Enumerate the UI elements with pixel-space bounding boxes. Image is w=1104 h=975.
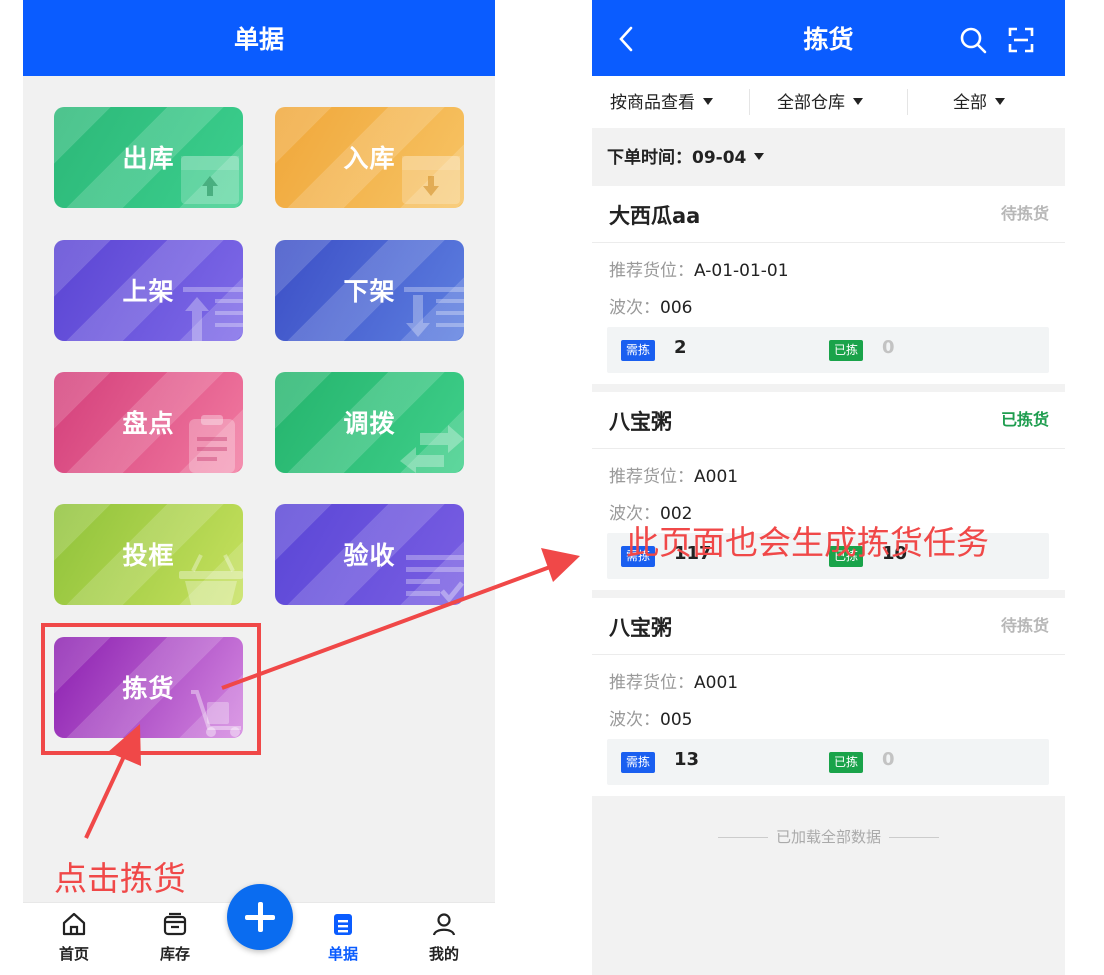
batch-value: 006 (660, 298, 693, 318)
tab-label: 我的 (428, 945, 459, 963)
date-filter-value: 09-04 (692, 148, 747, 168)
tile-label: 验收 (343, 541, 396, 570)
status-dropdown[interactable]: 全部 (953, 76, 1005, 128)
picked-tag: 已拣 (829, 752, 864, 773)
warehouse-dropdown[interactable]: 全部仓库 (777, 76, 863, 128)
annotation-picking-task-note: 此页面也会生成拣货任务 (626, 523, 989, 562)
location-label: 推荐货位： (609, 467, 694, 487)
tile-label: 投框 (122, 541, 175, 570)
tile-shelve[interactable]: 上架 (54, 240, 243, 341)
filter-label: 全部 (953, 93, 987, 113)
picking-tile-highlight-box (41, 623, 261, 755)
scan-icon[interactable] (1008, 27, 1034, 53)
inventory-box-icon (163, 912, 187, 936)
need-pick-tag: 需拣 (621, 752, 656, 773)
batch-row: 波次：005 (609, 705, 692, 730)
batch-label: 波次： (609, 298, 660, 318)
location-label: 推荐货位： (609, 261, 694, 281)
plus-icon (245, 902, 275, 932)
quantity-panel: 需拣 2 已拣 0 (607, 327, 1049, 373)
location-value: A001 (694, 673, 739, 693)
picked-qty: 0 (882, 337, 895, 358)
tile-label: 下架 (343, 277, 396, 306)
need-pick-qty: 2 (674, 337, 687, 358)
status-badge: 已拣货 (1000, 410, 1049, 429)
pick-task-card[interactable]: 八宝粥 待拣货 推荐货位：A001 波次：005 需拣 13 已拣 0 (592, 598, 1065, 796)
search-icon[interactable] (959, 26, 987, 54)
tile-inbound[interactable]: 入库 (275, 107, 464, 208)
documents-screen: 单据 出库 入库 上架 下架 盘点 调拨 投框 验收 拣货 点击拣货 首页 库存… (23, 0, 495, 975)
document-icon (334, 914, 352, 935)
picking-header: 拣货 (592, 0, 1065, 76)
tile-label: 调拨 (343, 409, 396, 438)
location-row: 推荐货位：A001 (609, 668, 738, 693)
tile-unshelve[interactable]: 下架 (275, 240, 464, 341)
annotation-click-picking: 点击拣货 (54, 859, 186, 898)
page-title: 单据 (233, 25, 284, 54)
page-title: 拣货 (803, 25, 854, 54)
batch-row: 波次：006 (609, 293, 692, 318)
tab-inventory[interactable]: 库存 (135, 907, 215, 973)
tile-outbound[interactable]: 出库 (54, 107, 243, 208)
tab-profile[interactable]: 我的 (404, 907, 484, 973)
product-name: 大西瓜aa (609, 204, 701, 228)
need-pick-qty: 13 (674, 749, 700, 770)
tile-basket[interactable]: 投框 (54, 504, 243, 605)
documents-header: 单据 (23, 0, 495, 76)
tab-documents[interactable]: 单据 (303, 907, 383, 973)
status-badge: 待拣货 (1000, 204, 1049, 223)
caret-down-icon (995, 97, 1005, 105)
pick-task-card[interactable]: 大西瓜aa 待拣货 推荐货位：A-01-01-01 波次：006 需拣 2 已拣… (592, 186, 1065, 384)
tile-label: 盘点 (122, 409, 175, 438)
tile-transfer[interactable]: 调拨 (275, 372, 464, 473)
tab-label: 库存 (159, 945, 190, 963)
tile-inspection[interactable]: 验收 (275, 504, 464, 605)
location-label: 推荐货位： (609, 673, 694, 693)
picked-tag: 已拣 (829, 340, 864, 361)
tile-label: 入库 (343, 144, 396, 173)
product-name: 八宝粥 (609, 616, 672, 640)
batch-label: 波次： (609, 710, 660, 730)
create-document-button[interactable] (227, 884, 293, 950)
tab-home[interactable]: 首页 (34, 907, 114, 973)
filter-label: 按商品查看 (610, 93, 695, 113)
location-value: A-01-01-01 (694, 261, 789, 281)
picking-screen: 拣货 按商品查看 全部仓库 全部 下单时间：09-04 大西瓜aa 待拣货 推荐… (592, 0, 1065, 975)
user-icon (432, 913, 456, 936)
location-value: A001 (694, 467, 739, 487)
tab-label: 单据 (327, 945, 358, 963)
load-complete-footer: 已加载全部数据 (592, 826, 1065, 847)
view-by-product-dropdown[interactable]: 按商品查看 (610, 76, 713, 128)
location-row: 推荐货位：A-01-01-01 (609, 256, 789, 281)
status-badge: 待拣货 (1000, 616, 1049, 635)
batch-value: 005 (660, 710, 693, 730)
order-date-filter[interactable]: 下单时间：09-04 (592, 128, 1065, 186)
footer-text: 已加载全部数据 (775, 828, 881, 846)
caret-down-icon (703, 97, 713, 105)
caret-down-icon (754, 152, 765, 160)
picked-qty: 0 (882, 749, 895, 770)
filter-bar: 按商品查看 全部仓库 全部 (592, 76, 1065, 128)
tile-stocktake[interactable]: 盘点 (54, 372, 243, 473)
location-row: 推荐货位：A001 (609, 462, 738, 487)
date-filter-label: 下单时间： (607, 148, 692, 168)
quantity-panel: 需拣 13 已拣 0 (607, 739, 1049, 785)
tile-label: 出库 (122, 144, 175, 173)
filter-label: 全部仓库 (777, 93, 845, 113)
tile-label: 上架 (122, 277, 175, 306)
caret-down-icon (853, 97, 863, 105)
need-pick-tag: 需拣 (621, 340, 656, 361)
product-name: 八宝粥 (609, 410, 672, 434)
tab-label: 首页 (58, 945, 89, 963)
home-icon (62, 912, 86, 936)
